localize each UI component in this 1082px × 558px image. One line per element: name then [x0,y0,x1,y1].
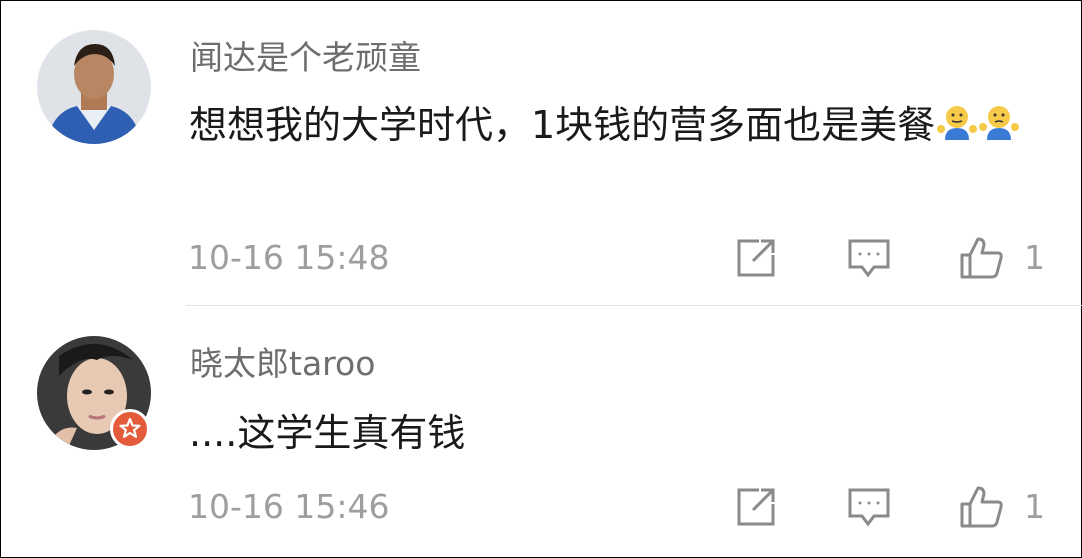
comment-body: 想想我的大学时代，1块钱的营多面也是美餐 [189,103,936,147]
share-icon[interactable] [733,235,779,281]
comment-icon[interactable] [846,484,892,530]
comment-icon[interactable] [846,235,892,281]
username[interactable]: 晓太郎taroo [190,342,375,386]
shrug-emoji-icon [979,100,1020,140]
shrug-emoji-icon [937,100,978,140]
comment-item: 晓太郎taroo ....这学生真有钱 10-16 15:46 1 [0,306,1082,558]
timestamp: 10-16 15:48 [188,238,390,277]
share-icon[interactable] [733,484,779,530]
like-count: 1 [1024,487,1045,526]
timestamp: 10-16 15:46 [188,487,390,526]
username[interactable]: 闻达是个老顽童 [190,36,421,80]
comment-text: 想想我的大学时代，1块钱的营多面也是美餐 [189,96,1039,154]
thumbs-up-icon[interactable] [958,235,1004,281]
like-count: 1 [1024,238,1045,277]
comment-text: ....这学生真有钱 [189,411,466,455]
thumbs-up-icon[interactable] [958,484,1004,530]
avatar[interactable] [37,30,151,144]
comment-item: 闻达是个老顽童 想想我的大学时代，1块钱的营多面也是美餐 10-16 15:48… [0,0,1082,305]
verified-badge-icon [110,409,150,449]
